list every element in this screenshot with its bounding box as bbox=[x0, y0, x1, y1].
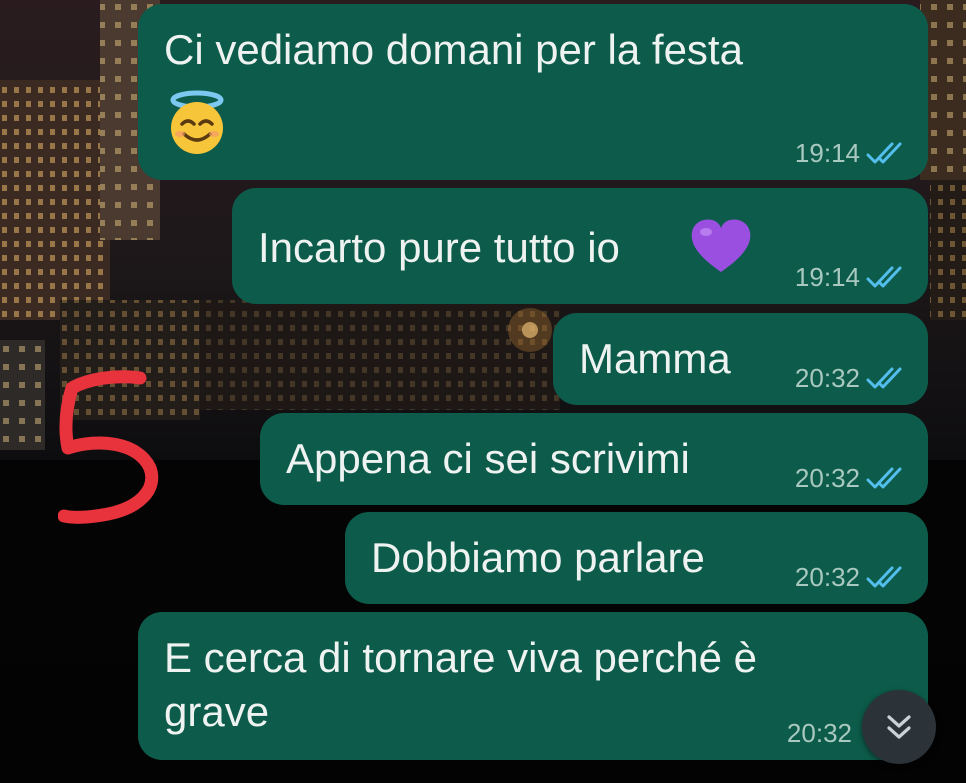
message-text: Ci vediamo domani per la festa bbox=[164, 26, 743, 73]
message-text: E cerca di tornare viva perché è bbox=[164, 634, 757, 681]
message-bubble[interactable]: Ci vediamo domani per la festa 19:14 bbox=[138, 4, 928, 180]
message-meta: 19:14 bbox=[795, 138, 908, 168]
double-check-read-icon bbox=[866, 142, 902, 164]
message-text-row: Incarto pure tutto io bbox=[258, 222, 620, 274]
message-text: Dobbiamo parlare bbox=[371, 534, 705, 581]
double-check-read-icon bbox=[866, 467, 902, 489]
message-text: Incarto pure tutto io bbox=[258, 224, 620, 271]
red-scribble-annotation bbox=[58, 370, 159, 524]
message-meta: 20:32 bbox=[787, 718, 852, 748]
message-time: 20:32 bbox=[786, 718, 852, 748]
purple-heart-icon bbox=[688, 216, 754, 276]
message-meta: 19:14 bbox=[795, 262, 908, 292]
double-check-read-icon bbox=[866, 266, 902, 288]
message-meta: 20:32 bbox=[795, 363, 908, 393]
message-time: 19:14 bbox=[794, 262, 860, 292]
message-bubble[interactable]: E cerca di tornare viva perché è grave 2… bbox=[138, 612, 928, 760]
message-time: 20:32 bbox=[794, 463, 860, 493]
double-chevron-down-icon bbox=[887, 715, 911, 739]
chat-screen: Ci vediamo domani per la festa 19:14 Inc… bbox=[0, 0, 966, 783]
message-text: Appena ci sei scrivimi bbox=[286, 435, 690, 482]
message-bubble[interactable]: Incarto pure tutto io 19:14 bbox=[232, 188, 928, 304]
message-bubble[interactable]: Mamma 20:32 bbox=[553, 313, 928, 405]
message-time: 19:14 bbox=[794, 138, 860, 168]
scroll-to-bottom-button[interactable] bbox=[862, 690, 936, 764]
message-meta: 20:32 bbox=[795, 463, 908, 493]
message-meta: 20:32 bbox=[795, 562, 908, 592]
message-bubble[interactable]: Dobbiamo parlare 20:32 bbox=[345, 512, 928, 604]
message-text-line2: grave bbox=[164, 688, 270, 735]
message-bubble[interactable]: Appena ci sei scrivimi 20:32 bbox=[260, 413, 928, 505]
double-check-read-icon bbox=[866, 566, 902, 588]
double-check-read-icon bbox=[866, 367, 902, 389]
smiling-face-with-halo-icon bbox=[164, 90, 230, 156]
message-time: 20:32 bbox=[794, 363, 860, 393]
message-time: 20:32 bbox=[794, 562, 860, 592]
message-text: Mamma bbox=[579, 335, 731, 382]
